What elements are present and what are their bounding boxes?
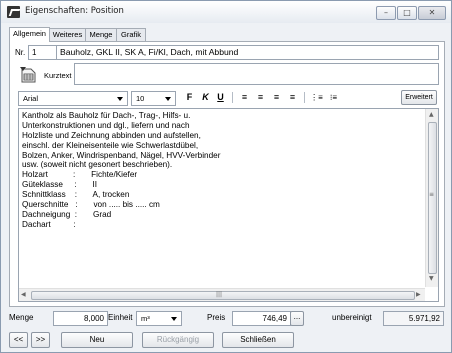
underline-button[interactable]: U	[214, 91, 227, 104]
align-left-icon[interactable]: ≡	[238, 91, 251, 104]
chevron-down-icon	[171, 317, 177, 321]
horizontal-scrollbar[interactable]: ◀ ||| ▶	[19, 288, 425, 301]
tab-allgemein[interactable]: Allgemein	[9, 27, 50, 42]
text-line: Schnittklass : A, trocken	[22, 190, 130, 200]
close-icon: ✕	[428, 8, 436, 17]
close-window-button[interactable]: ✕	[418, 6, 446, 20]
toolbar-separator	[304, 92, 305, 103]
toolbar-separator	[232, 92, 233, 103]
align-justify-icon[interactable]: ≡	[286, 91, 299, 104]
nr-label: Nr.	[15, 48, 26, 57]
tab-grafik-label: Grafik	[120, 30, 141, 39]
status-label: unbereinigt	[332, 313, 372, 322]
chevron-down-icon	[165, 97, 171, 101]
text-line: Kantholz als Bauholz für Dach-, Trag-, H…	[22, 111, 191, 120]
kurztext-icon[interactable]	[20, 67, 38, 83]
minimize-icon: –	[384, 8, 388, 17]
text-line: einschl. der Kleineisenteile wie Schwerl…	[22, 140, 199, 150]
align-right-icon[interactable]: ≡	[270, 91, 283, 104]
tab-panel-allgemein: Nr. 1 Bauholz, GKL II, SK A, Fi/Kl, Dach…	[9, 41, 445, 307]
quantity-row: Menge 8,000 Einheit m³ Preis 746,49 ... …	[1, 310, 451, 326]
text-line: Unterkonstruktionen und dgl., liefern un…	[22, 120, 190, 130]
font-select[interactable]: Arial	[18, 91, 128, 106]
next-button[interactable]: >>	[31, 332, 50, 348]
short-title-value: Bauholz, GKL II, SK A, Fi/Kl, Dach, mit …	[60, 47, 239, 57]
kurztext-field[interactable]	[74, 63, 439, 85]
format-toolbar: Arial 10 F K U ≡ ≡ ≡ ≡ ⋮≡ ⁝≡ Erweitert	[18, 90, 437, 106]
undo-button[interactable]: Rückgängig	[142, 332, 214, 348]
text-line: Dachart :	[22, 219, 76, 229]
bullet-list-icon[interactable]: ⁝≡	[326, 91, 341, 104]
price-details-button[interactable]: ...	[290, 311, 304, 326]
bold-button[interactable]: F	[183, 91, 196, 104]
kurztext-label: Kurztext	[44, 71, 72, 80]
button-row: << >> Neu Rückgängig Schließen	[1, 331, 451, 349]
total-field: 5.971,92	[383, 311, 444, 326]
preis-field[interactable]: 746,49	[232, 311, 291, 326]
text-line: usw. (soweit nicht gesonert beschrieben)…	[22, 160, 173, 170]
properties-window: Eigenschaften: Position – □ ✕ Allgemein …	[0, 0, 452, 353]
grip-icon: ≡	[429, 191, 435, 198]
horizontal-scroll-thumb[interactable]: |||	[31, 291, 415, 300]
nr-field[interactable]: 1	[28, 45, 58, 60]
einheit-select[interactable]: m³	[136, 311, 182, 326]
total-value: 5.971,92	[408, 314, 440, 323]
close-button[interactable]: Schließen	[222, 332, 294, 348]
tab-menge[interactable]: Menge	[85, 28, 117, 41]
einheit-value: m³	[141, 314, 150, 323]
short-title-field[interactable]: Bauholz, GKL II, SK A, Fi/Kl, Dach, mit …	[56, 45, 439, 60]
tab-grafik[interactable]: Grafik	[116, 28, 146, 41]
erweitert-button[interactable]: Erweitert	[401, 90, 437, 105]
neu-button[interactable]: Neu	[61, 332, 133, 348]
previous-button[interactable]: <<	[9, 332, 28, 348]
font-size-value: 10	[136, 94, 145, 103]
grip-icon: |||	[216, 291, 223, 298]
einheit-label: Einheit	[108, 313, 133, 322]
numbered-list-icon[interactable]: ⋮≡	[309, 91, 324, 104]
tab-allgemein-label: Allgemein	[13, 29, 46, 38]
menge-value: 8,000	[83, 314, 104, 323]
nr-value: 1	[32, 48, 37, 57]
long-text-editor[interactable]: Kantholz als Bauholz für Dach-, Trag-, H…	[18, 108, 439, 302]
preis-label: Preis	[207, 313, 226, 322]
text-line: Bolzen, Anker, Windrispenband, Nägel, HV…	[22, 150, 221, 160]
tab-weiteres[interactable]: Weiteres	[49, 28, 86, 41]
long-text-content: Kantholz als Bauholz für Dach-, Trag-, H…	[22, 111, 422, 230]
scroll-right-icon[interactable]: ▶	[416, 291, 421, 298]
window-title: Eigenschaften: Position	[25, 6, 124, 16]
tab-menge-label: Menge	[89, 30, 113, 39]
tab-weiteres-label: Weiteres	[52, 30, 83, 39]
scroll-up-icon[interactable]: ▲	[429, 111, 434, 118]
align-center-icon[interactable]: ≡	[254, 91, 267, 104]
text-line: Holzliste und Zeichnung abbinden und auf…	[22, 130, 201, 140]
menge-field[interactable]: 8,000	[53, 311, 108, 326]
vertical-scroll-thumb[interactable]: ≡	[428, 122, 437, 274]
chevron-down-icon	[117, 97, 123, 101]
vertical-scrollbar[interactable]: ▲ ≡ ▼	[425, 109, 438, 287]
scroll-left-icon[interactable]: ◀	[21, 291, 26, 298]
minimize-button[interactable]: –	[376, 6, 396, 20]
maximize-button[interactable]: □	[397, 6, 417, 20]
text-line: Querschnitte : von ..... bis ..... cm	[22, 200, 160, 210]
app-icon	[7, 6, 20, 18]
maximize-icon: □	[403, 8, 411, 17]
text-line: Dachneigung : Grad	[22, 209, 112, 219]
font-value: Arial	[23, 94, 39, 103]
italic-button[interactable]: K	[199, 91, 212, 104]
scroll-down-icon[interactable]: ▼	[429, 275, 434, 282]
text-line: Holzart : Fichte/Kiefer	[22, 170, 138, 180]
title-bar[interactable]: Eigenschaften: Position – □ ✕	[1, 1, 451, 23]
text-line: Güteklasse : II	[22, 180, 98, 190]
menge-label: Menge	[9, 313, 34, 322]
font-size-select[interactable]: 10	[131, 91, 176, 106]
preis-value: 746,49	[262, 314, 287, 323]
